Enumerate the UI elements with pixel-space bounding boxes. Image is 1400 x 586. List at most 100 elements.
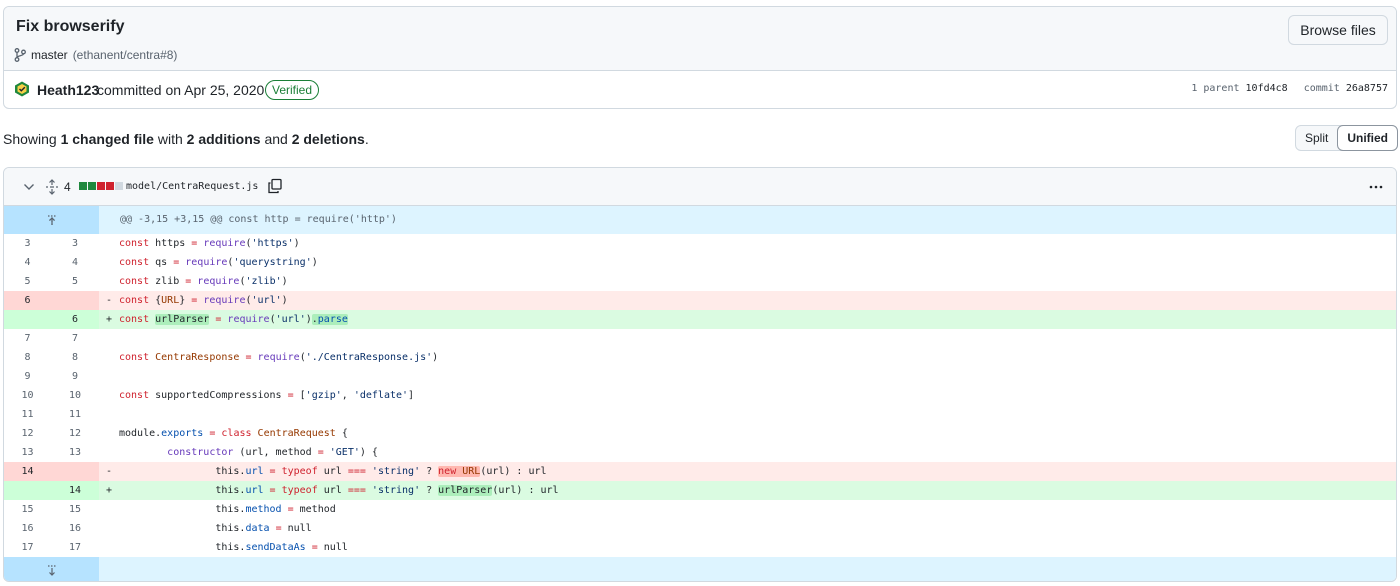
new-line-number[interactable]: 6 bbox=[51, 310, 99, 329]
diffstat-del bbox=[97, 182, 105, 190]
commit-sha: 26a8757 bbox=[1345, 83, 1388, 94]
code-text: this.data = null bbox=[119, 523, 312, 534]
summary-deletions: 2 deletions bbox=[291, 131, 365, 147]
commit-label: commit bbox=[1303, 83, 1340, 94]
diff-line: 5 5 const zlib = require('zlib') bbox=[4, 272, 1396, 291]
new-line-number[interactable] bbox=[51, 291, 99, 310]
old-line-number[interactable]: 4 bbox=[4, 253, 51, 272]
git-branch-icon bbox=[14, 48, 26, 62]
diff-marker: + bbox=[105, 314, 113, 325]
new-line-number[interactable]: 10 bbox=[51, 386, 99, 405]
commit-header: Fix browserify master (ethanent/centra#8… bbox=[3, 6, 1397, 109]
code-text: const qs = require('querystring') bbox=[119, 257, 318, 268]
diff-marker: - bbox=[105, 466, 113, 477]
diff-line-deleted: 14 - this.url = typeof url === 'string' ?… bbox=[4, 462, 1396, 481]
new-line-number[interactable]: 14 bbox=[51, 481, 99, 500]
new-line-number[interactable]: 11 bbox=[51, 405, 99, 424]
summary-and: and bbox=[264, 131, 288, 147]
diff-summary: Showing 1 changed file with 2 additions … bbox=[3, 131, 369, 147]
new-line-number[interactable]: 7 bbox=[51, 329, 99, 348]
new-line-number[interactable]: 9 bbox=[51, 367, 99, 386]
diff-marker bbox=[99, 405, 119, 424]
file-path[interactable]: model/CentraRequest.js bbox=[126, 181, 258, 192]
hunk-header: @@ -3,15 +3,15 @@ const http = require('… bbox=[99, 206, 1396, 234]
old-line-number[interactable]: 16 bbox=[4, 519, 51, 538]
expand-down-icon[interactable] bbox=[4, 557, 99, 581]
new-line-number[interactable]: 13 bbox=[51, 443, 99, 462]
diff-line: 13 13 constructor (url, method = 'GET') { bbox=[4, 443, 1396, 462]
new-line-number[interactable]: 8 bbox=[51, 348, 99, 367]
commit-meta: Heath123 committed on Apr 25, 2020 Verif… bbox=[4, 71, 1396, 108]
old-line-number[interactable]: 10 bbox=[4, 386, 51, 405]
summary-with: with bbox=[157, 131, 183, 147]
split-view-button[interactable]: Split bbox=[1296, 126, 1337, 150]
diff-line: 3 3 const https = require('https') bbox=[4, 234, 1396, 253]
diff-marker: - bbox=[105, 295, 113, 306]
code-text: constructor (url, method = 'GET') { bbox=[167, 447, 378, 458]
diff-marker bbox=[99, 329, 119, 348]
new-line-number[interactable]: 4 bbox=[51, 253, 99, 272]
old-line-number[interactable]: 6 bbox=[4, 291, 51, 310]
new-line-number[interactable]: 17 bbox=[51, 538, 99, 557]
code-text: const urlParser = require('url').parse bbox=[119, 314, 348, 325]
diff-marker bbox=[99, 386, 119, 405]
new-line-number[interactable]: 5 bbox=[51, 272, 99, 291]
file-header: 4 model/CentraRequest.js bbox=[4, 168, 1396, 206]
commit-date: committed on Apr 25, 2020 bbox=[97, 82, 265, 98]
code-text: const {URL} = require('url') bbox=[119, 295, 288, 306]
old-line-number[interactable]: 14 bbox=[4, 462, 51, 481]
diff-marker bbox=[99, 234, 119, 253]
diffstat bbox=[79, 182, 123, 190]
parent-sha[interactable]: 10fd4c8 bbox=[1246, 83, 1288, 94]
new-line-number[interactable] bbox=[51, 462, 99, 481]
diff-line: 99 bbox=[4, 367, 1396, 386]
new-line-number[interactable]: 16 bbox=[51, 519, 99, 538]
diff-marker bbox=[99, 538, 119, 557]
avatar[interactable] bbox=[14, 81, 30, 97]
old-line-number[interactable]: 7 bbox=[4, 329, 51, 348]
commit-shas: 1 parent 10fd4c8 commit 26a8757 bbox=[1191, 83, 1388, 94]
expand-all-icon[interactable] bbox=[44, 179, 60, 195]
browse-files-button[interactable]: Browse files bbox=[1288, 15, 1388, 45]
summary-additions: 2 additions bbox=[186, 131, 261, 147]
unified-view-button[interactable]: Unified bbox=[1337, 125, 1398, 151]
code-text: const zlib = require('zlib') bbox=[119, 276, 288, 287]
old-line-number[interactable]: 5 bbox=[4, 272, 51, 291]
code-text: const CentraResponse = require('./Centra… bbox=[119, 352, 439, 363]
old-line-number[interactable] bbox=[4, 310, 51, 329]
old-line-number[interactable] bbox=[4, 481, 51, 500]
diff-line-deleted: 6 - const {URL} = require('url') bbox=[4, 291, 1396, 310]
parent-info: 1 parent 10fd4c8 bbox=[1191, 83, 1287, 94]
file-diff: 4 model/CentraRequest.js @@ -3,15 +3,15 … bbox=[3, 167, 1397, 582]
old-line-number[interactable]: 9 bbox=[4, 367, 51, 386]
diff-line: 4 4 const qs = require('querystring') bbox=[4, 253, 1396, 272]
branch-name[interactable]: master bbox=[31, 48, 68, 62]
kebab-menu-icon[interactable] bbox=[1368, 179, 1384, 195]
old-line-number[interactable]: 17 bbox=[4, 538, 51, 557]
expand-up-icon[interactable] bbox=[4, 206, 99, 234]
branch-ref[interactable]: (ethanent/centra#8) bbox=[73, 48, 178, 62]
old-line-number[interactable]: 3 bbox=[4, 234, 51, 253]
diff-marker bbox=[99, 367, 119, 386]
diff-line: 15 15 this.method = method bbox=[4, 500, 1396, 519]
old-line-number[interactable]: 15 bbox=[4, 500, 51, 519]
old-line-number[interactable]: 12 bbox=[4, 424, 51, 443]
diff-marker bbox=[99, 253, 119, 272]
new-line-number[interactable]: 12 bbox=[51, 424, 99, 443]
verified-badge[interactable]: Verified bbox=[265, 80, 320, 100]
old-line-number[interactable]: 8 bbox=[4, 348, 51, 367]
old-line-number[interactable]: 11 bbox=[4, 405, 51, 424]
author-name[interactable]: Heath123 bbox=[37, 82, 99, 98]
diff-marker bbox=[99, 348, 119, 367]
copy-icon[interactable] bbox=[267, 178, 283, 194]
diff-marker bbox=[99, 272, 119, 291]
code-text: this.url = typeof url === 'string' ? new… bbox=[119, 466, 547, 477]
diff-marker bbox=[99, 519, 119, 538]
diff-line: 17 17 this.sendDataAs = null bbox=[4, 538, 1396, 557]
old-line-number[interactable]: 13 bbox=[4, 443, 51, 462]
new-line-number[interactable]: 15 bbox=[51, 500, 99, 519]
new-line-number[interactable]: 3 bbox=[51, 234, 99, 253]
chevron-down-icon[interactable] bbox=[22, 180, 36, 194]
